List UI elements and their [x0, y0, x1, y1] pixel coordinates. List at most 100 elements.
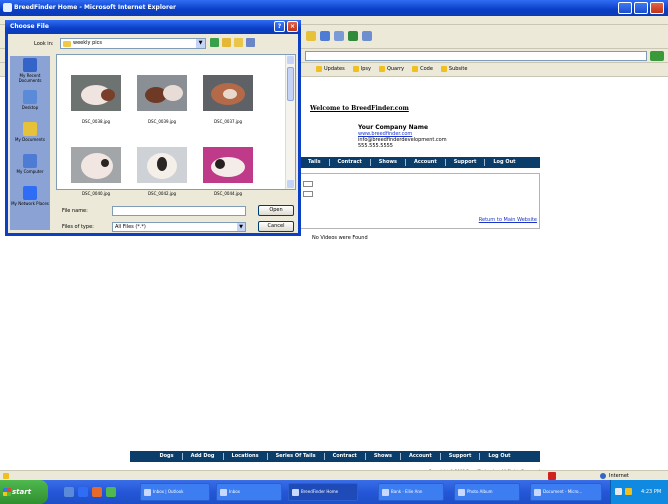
- new-folder-icon[interactable]: [234, 38, 243, 47]
- ie-icon: [382, 489, 389, 496]
- scroll-up-icon[interactable]: [287, 56, 294, 64]
- folder-icon[interactable]: [306, 31, 316, 41]
- nav-add-dog[interactable]: Add Dog: [183, 453, 224, 460]
- company-info: Your Company Name www.breedfinder.com in…: [358, 125, 447, 150]
- messenger-icon[interactable]: [106, 487, 116, 497]
- chevron-down-icon[interactable]: ▼: [196, 39, 205, 48]
- edit-icon[interactable]: [362, 31, 372, 41]
- scroll-thumb[interactable]: [287, 67, 294, 101]
- show-desktop-icon[interactable]: [64, 487, 74, 497]
- start-button[interactable]: start: [0, 480, 48, 504]
- task-button-breedfinder[interactable]: BreedFinder Home: [288, 483, 358, 501]
- nav-contract[interactable]: Contract: [325, 453, 366, 460]
- file-thumbnail[interactable]: DSC_0040.jpg: [65, 147, 127, 207]
- place-my-computer[interactable]: My Computer: [10, 152, 50, 184]
- windows-flag-icon: [3, 488, 11, 496]
- mail-icon[interactable]: [334, 31, 344, 41]
- file-photo: [203, 147, 253, 183]
- task-button-document[interactable]: Document - Micro...: [530, 483, 602, 501]
- place-my-network-places[interactable]: My Network Places: [10, 184, 50, 216]
- close-button[interactable]: [650, 2, 664, 14]
- dialog-close-button[interactable]: ×: [287, 21, 298, 32]
- nav-dogs[interactable]: Dogs: [151, 453, 183, 460]
- file-name: DSC_0039.jpg: [147, 119, 177, 124]
- form-field[interactable]: [303, 181, 313, 187]
- minimize-button[interactable]: [618, 2, 632, 14]
- nav-support[interactable]: Support: [446, 159, 486, 166]
- warning-icon: [548, 472, 556, 480]
- nav-account[interactable]: Account: [401, 453, 441, 460]
- nav-shows[interactable]: Shows: [366, 453, 402, 460]
- cancel-button[interactable]: Cancel: [258, 221, 294, 232]
- task-label: Photo Album: [467, 489, 493, 494]
- print-icon[interactable]: [348, 31, 358, 41]
- file-thumbnail[interactable]: DSC_0044.jpg: [197, 147, 259, 207]
- choose-file-dialog: Choose File ? × Look in: weekly pics ▼ M…: [5, 20, 301, 236]
- nav-series-of-tails[interactable]: Series Of Tails: [268, 453, 325, 460]
- open-button[interactable]: Open: [258, 205, 294, 216]
- history-icon[interactable]: [320, 31, 330, 41]
- welcome-heading[interactable]: Welcome to BreedFinder.com: [310, 105, 409, 112]
- place-recent-documents[interactable]: My Recent Documents: [10, 56, 50, 88]
- look-in-select[interactable]: weekly pics ▼: [60, 38, 206, 49]
- link-quarry[interactable]: Quarry: [378, 66, 405, 72]
- files-of-type-select[interactable]: All Files (*.*) ▼: [112, 222, 246, 232]
- word-icon: [534, 489, 541, 496]
- globe-icon: [600, 473, 606, 479]
- link-subsite[interactable]: Subsite: [440, 66, 467, 72]
- place-desktop[interactable]: Desktop: [10, 88, 50, 120]
- link-ipsy[interactable]: Ipsy: [352, 66, 371, 72]
- nav-contract[interactable]: Contract: [330, 159, 371, 166]
- task-button-outlook[interactable]: Inbox | Outlook: [140, 483, 210, 501]
- nav-support[interactable]: Support: [441, 453, 481, 460]
- link-label: Quarry: [386, 66, 405, 72]
- puppy-image: [81, 153, 113, 179]
- nav-account[interactable]: Account: [406, 159, 446, 166]
- media-icon[interactable]: [92, 487, 102, 497]
- outlook-icon: [144, 489, 151, 496]
- my-documents-icon: [23, 122, 37, 136]
- views-icon[interactable]: [246, 38, 255, 47]
- address-input[interactable]: [305, 51, 647, 61]
- place-my-documents[interactable]: My Documents: [10, 120, 50, 152]
- nav-log-out[interactable]: Log Out: [485, 159, 523, 166]
- links-row: Updates Ipsy Quarry Code Subsite: [316, 66, 467, 72]
- ie-icon[interactable]: [78, 487, 88, 497]
- dialog-titlebar[interactable]: Choose File ? ×: [5, 20, 301, 34]
- help-button[interactable]: ?: [274, 21, 285, 32]
- nav-locations[interactable]: Locations: [224, 453, 268, 460]
- nav-log-out[interactable]: Log Out: [480, 453, 518, 460]
- file-thumbnail[interactable]: DSC_0039.jpg: [131, 75, 193, 135]
- file-thumbnail[interactable]: DSC_0042.jpg: [131, 147, 193, 207]
- back-icon[interactable]: [210, 38, 219, 47]
- file-thumbnail[interactable]: DSC_0038.jpg: [65, 75, 127, 135]
- browser-titlebar[interactable]: BreedFinder Home - Microsoft Internet Ex…: [0, 0, 668, 16]
- form-field[interactable]: [303, 191, 313, 197]
- file-list-scrollbar[interactable]: [285, 55, 295, 189]
- task-button-bank[interactable]: Bank - Ellie Ann: [378, 483, 444, 501]
- network-icon[interactable]: [615, 488, 622, 495]
- return-to-main-link[interactable]: Return to Main Website: [479, 217, 537, 223]
- places-bar: My Recent Documents Desktop My Documents…: [10, 56, 50, 230]
- link-code[interactable]: Code: [412, 66, 433, 72]
- nav-tails[interactable]: Tails: [300, 159, 330, 166]
- file-name-input[interactable]: [112, 206, 246, 216]
- chevron-down-icon[interactable]: ▼: [237, 223, 245, 231]
- go-button[interactable]: [650, 51, 664, 61]
- nav-shows[interactable]: Shows: [371, 159, 406, 166]
- scroll-down-icon[interactable]: [287, 180, 294, 188]
- link-updates[interactable]: Updates: [316, 66, 345, 72]
- place-label: My Documents: [15, 137, 45, 142]
- volume-icon[interactable]: [625, 488, 632, 495]
- ie-icon: [292, 489, 299, 496]
- task-button-inbox[interactable]: Inbox: [216, 483, 282, 501]
- dialog-controls: ? ×: [274, 21, 298, 32]
- task-button-photo-album[interactable]: Photo Album: [454, 483, 520, 501]
- up-folder-icon[interactable]: [222, 38, 231, 47]
- file-name: DSC_0038.jpg: [81, 119, 111, 124]
- file-thumbnail[interactable]: DSC_0037.jpg: [197, 75, 259, 135]
- file-name: DSC_0042.jpg: [147, 191, 177, 196]
- maximize-button[interactable]: [634, 2, 648, 14]
- puppy-image: [157, 157, 167, 171]
- file-name: DSC_0040.jpg: [81, 191, 111, 196]
